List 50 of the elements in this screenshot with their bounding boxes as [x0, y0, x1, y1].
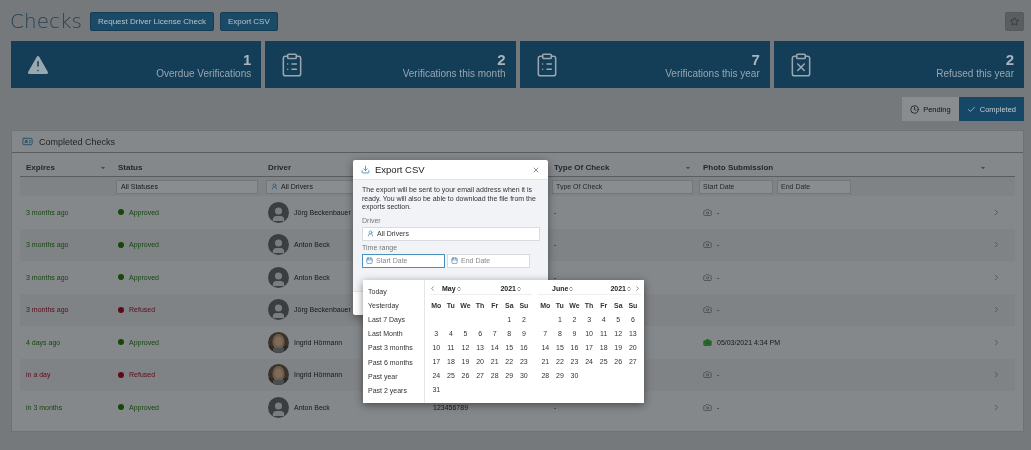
- stat-value: 1: [242, 50, 252, 68]
- column-header: Driver: [268, 163, 292, 172]
- download-icon: [361, 165, 370, 174]
- chevron-right-icon[interactable]: [992, 402, 1001, 412]
- next-month-button[interactable]: [634, 285, 641, 292]
- caret-icon[interactable]: [685, 164, 691, 171]
- stat-label: Overdue Verifications: [156, 67, 252, 79]
- favorite-button[interactable]: [1005, 11, 1024, 31]
- chevron-right-icon[interactable]: [992, 337, 1001, 347]
- stat-value: 2: [1005, 50, 1014, 68]
- updown-icon: [516, 285, 522, 292]
- stat-label: Verifications this year: [665, 67, 760, 79]
- column-header: Photo Submission: [703, 163, 774, 172]
- avatar-icon: [268, 299, 289, 321]
- stat-label: Verifications this month: [402, 67, 506, 79]
- chevron-right-icon[interactable]: [992, 370, 1001, 380]
- stat-value: 7: [751, 50, 760, 68]
- column-header: Expires: [26, 163, 55, 172]
- chevron-right-icon[interactable]: [992, 207, 1001, 217]
- chevron-right-icon[interactable]: [992, 240, 1001, 250]
- stat-value: 2: [497, 50, 506, 68]
- updown-icon: [455, 285, 462, 292]
- action-button[interactable]: Export CSV: [220, 11, 278, 31]
- caret-icon[interactable]: [100, 164, 106, 171]
- clock-icon: [910, 104, 920, 114]
- page-title: Checks: [10, 9, 82, 33]
- caret-icon[interactable]: [980, 164, 986, 171]
- avatar-icon: [268, 234, 289, 256]
- action-button[interactable]: Request Driver License Check: [89, 11, 214, 31]
- user-icon: [271, 183, 278, 190]
- previous-month-button[interactable]: [429, 285, 436, 292]
- star-icon: [1010, 16, 1019, 26]
- panel-title: Completed Checks: [39, 136, 116, 147]
- stat-label: Refused this year: [936, 67, 1014, 79]
- updown-icon: [626, 285, 632, 292]
- close-button[interactable]: [532, 165, 540, 174]
- id-card-icon: [22, 136, 33, 147]
- avatar-icon: [268, 266, 289, 288]
- avatar-icon: [268, 396, 289, 418]
- check-icon: [966, 104, 976, 114]
- column-header: Type Of Check: [554, 163, 610, 172]
- chevron-right-icon[interactable]: [992, 305, 1001, 315]
- user-icon: [367, 230, 374, 237]
- avatar-icon: [268, 201, 289, 223]
- chevron-right-icon[interactable]: [992, 272, 1001, 282]
- updown-icon: [568, 285, 575, 292]
- calendar-icon: [366, 257, 373, 264]
- column-header: Status: [118, 163, 143, 172]
- dialog-title: Export CSV: [375, 164, 425, 175]
- calendar-icon: [451, 257, 458, 264]
